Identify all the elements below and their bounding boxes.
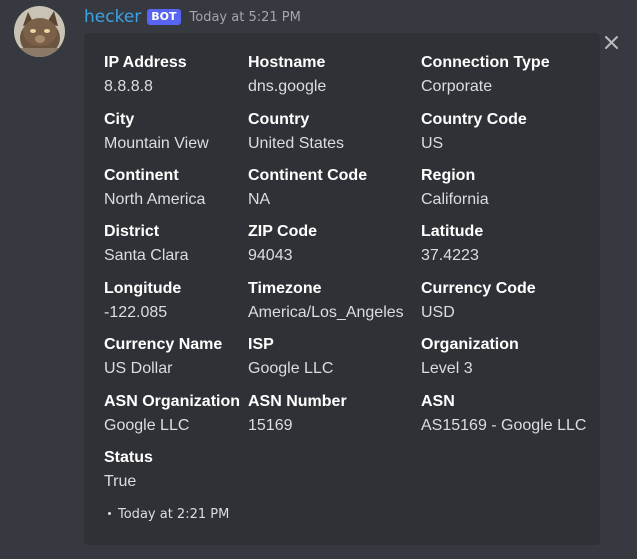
field-value: US Dollar [104,360,173,377]
field-isp: ISP Google LLC [248,335,333,379]
bullet-icon [108,512,111,515]
embed: IP Address 8.8.8.8 Hostname dns.google C… [84,33,600,545]
bot-tag: BOT [147,9,181,25]
field-name: Latitude [421,223,484,240]
field-value: US [421,135,444,152]
field-name: Currency Code [421,280,536,297]
field-longitude: Longitude -122.085 [104,279,181,323]
field-value: Level 3 [421,360,473,377]
field-name: ISP [248,336,274,353]
field-name: Country [248,111,310,128]
field-asn: ASN AS15169 - Google LLC [421,392,586,436]
field-value: USD [421,304,455,321]
field-continent: Continent North America [104,166,205,210]
message-header: hecker BOT Today at 5:21 PM [84,6,301,28]
field-value: Corporate [421,78,493,95]
field-hostname: Hostname dns.google [248,53,326,97]
field-value: NA [248,191,271,208]
field-name: Hostname [248,54,326,71]
username[interactable]: hecker [84,7,141,27]
field-value: North America [104,191,206,208]
field-value: Google LLC [104,417,190,434]
field-name: Connection Type [421,54,550,71]
close-icon[interactable] [603,34,620,51]
field-connection-type: Connection Type Corporate [421,53,550,97]
field-value: -122.085 [104,304,168,321]
field-name: Country Code [421,111,527,128]
field-value: AS15169 - Google LLC [421,417,587,434]
avatar[interactable] [14,6,65,57]
field-city: City Mountain View [104,110,209,154]
field-name: City [104,111,135,128]
field-organization: Organization Level 3 [421,335,519,379]
field-value: Mountain View [104,135,209,152]
field-latitude: Latitude 37.4223 [421,222,483,266]
field-name: Continent Code [248,167,368,184]
field-currency-code: Currency Code USD [421,279,536,323]
field-value: True [104,473,137,490]
field-value: 94043 [248,247,293,264]
field-value: 8.8.8.8 [104,78,153,95]
field-name: ASN Number [248,393,347,410]
field-name: IP Address [104,54,187,71]
field-name: ZIP Code [248,223,318,240]
field-name: ASN Organization [104,393,241,410]
field-value: United States [248,135,345,152]
field-value: Google LLC [248,360,334,377]
footer-timestamp: Today at 2:21 PM [118,507,230,522]
field-name: Longitude [104,280,182,297]
field-asn-number: ASN Number 15169 [248,392,347,436]
field-status: Status True [104,448,153,492]
field-name: Currency Name [104,336,223,353]
chat-message: hecker BOT Today at 5:21 PM IP Address 8… [0,0,637,559]
embed-footer: Today at 2:21 PM [108,507,229,522]
field-country-code: Country Code US [421,110,527,154]
field-name: District [104,223,160,240]
field-country: Country United States [248,110,344,154]
field-district: District Santa Clara [104,222,189,266]
field-ip-address: IP Address 8.8.8.8 [104,53,187,97]
field-value: dns.google [248,78,327,95]
field-name: Organization [421,336,519,353]
field-name: Timezone [248,280,322,297]
field-zip-code: ZIP Code 94043 [248,222,317,266]
field-name: Continent [104,167,179,184]
field-value: 15169 [248,417,293,434]
message-timestamp: Today at 5:21 PM [189,9,301,25]
field-name: ASN [421,393,455,410]
field-value: California [421,191,489,208]
field-region: Region California [421,166,489,210]
field-name: Status [104,449,153,466]
field-timezone: Timezone America/Los_Angeles [248,279,404,323]
field-continent-code: Continent Code NA [248,166,367,210]
field-name: Region [421,167,476,184]
field-value: America/Los_Angeles [248,304,404,321]
field-value: Santa Clara [104,247,189,264]
field-asn-organization: ASN Organization Google LLC [104,392,240,436]
field-currency-name: Currency Name US Dollar [104,335,222,379]
field-value: 37.4223 [421,247,479,264]
